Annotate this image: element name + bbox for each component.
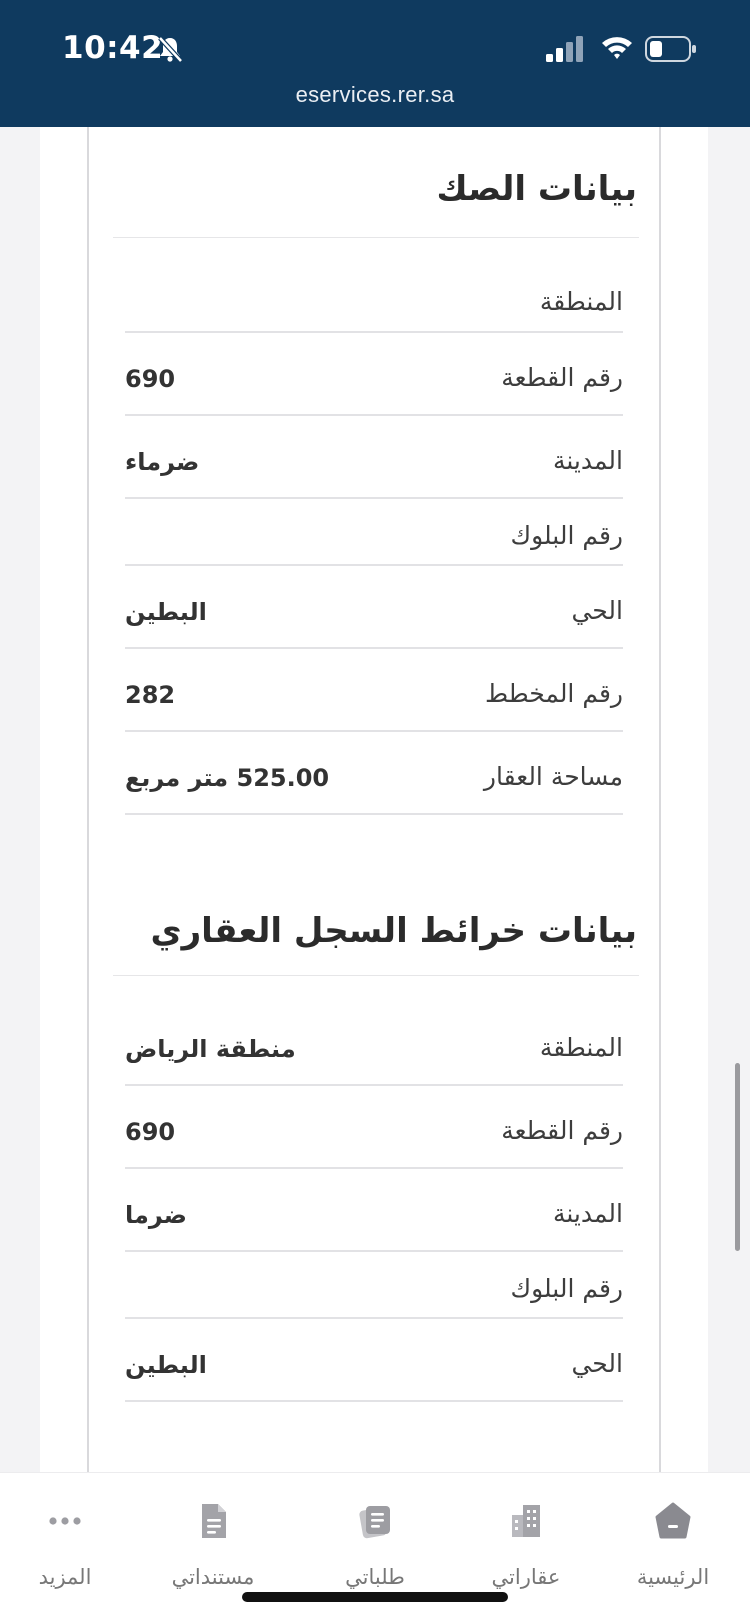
row-label: الحي xyxy=(571,1349,623,1378)
row-label: الحي xyxy=(571,596,623,625)
deed-row-property-area: مساحة العقار 525.00 متر مربع xyxy=(125,732,623,815)
maps-section-title: بيانات خرائط السجل العقاري xyxy=(150,911,637,951)
nav-label: الرئيسية xyxy=(636,1565,710,1589)
maps-row-block-number: رقم البلوك xyxy=(125,1252,623,1319)
deed-row-district: الحي البطين xyxy=(125,566,623,649)
nav-my-properties[interactable]: عقاراتي xyxy=(461,1473,591,1593)
row-value: منطقة الرياض xyxy=(125,1035,296,1063)
deed-section-title: بيانات الصك xyxy=(436,169,637,209)
row-value: ضرما xyxy=(125,1201,187,1229)
status-time: 10:42 xyxy=(62,30,164,66)
section-divider xyxy=(113,237,639,238)
row-value: ضرماء xyxy=(125,448,200,476)
row-label: المنطقة xyxy=(539,287,623,316)
maps-row-region: المنطقة منطقة الرياض xyxy=(125,1003,623,1086)
row-label: رقم القطعة xyxy=(501,363,623,392)
row-label: المدينة xyxy=(552,1199,623,1228)
nav-my-documents[interactable]: مستنداتي xyxy=(148,1473,278,1593)
deed-row-city: المدينة ضرماء xyxy=(125,416,623,499)
row-label: مساحة العقار xyxy=(483,762,623,791)
deed-row-region: المنطقة xyxy=(125,267,623,333)
more-icon xyxy=(49,1517,81,1525)
document-icon xyxy=(202,1504,226,1538)
nav-label: المزيد xyxy=(38,1565,92,1589)
section-divider xyxy=(113,975,639,976)
maps-row-plot-number: رقم القطعة 690 xyxy=(125,1086,623,1169)
row-label: رقم البلوك xyxy=(510,521,623,550)
battery-icon xyxy=(645,36,696,62)
nav-more[interactable]: المزيد xyxy=(0,1473,130,1593)
cellular-signal-icon xyxy=(546,36,583,62)
deed-row-plot-number: رقم القطعة 690 xyxy=(125,333,623,416)
row-label: رقم المخطط xyxy=(484,679,623,708)
deed-row-plan-number: رقم المخطط 282 xyxy=(125,649,623,732)
details-card: بيانات الصك المنطقة رقم القطعة 690 المدي… xyxy=(87,127,661,1472)
row-value: 690 xyxy=(125,1118,176,1146)
home-indicator[interactable] xyxy=(242,1592,508,1602)
deed-row-block-number: رقم البلوك xyxy=(125,499,623,566)
page-content: بيانات الصك المنطقة رقم القطعة 690 المدي… xyxy=(40,127,708,1472)
row-label: رقم القطعة xyxy=(501,1116,623,1145)
nav-label: طلباتي xyxy=(345,1565,405,1589)
row-value: 690 xyxy=(125,365,176,393)
buildings-icon xyxy=(512,1505,540,1537)
row-label: رقم البلوك xyxy=(510,1274,623,1303)
row-label: المدينة xyxy=(552,446,623,475)
wifi-icon xyxy=(602,37,632,59)
maps-row-district: الحي البطين xyxy=(125,1319,623,1402)
address-bar-url[interactable]: eservices.rer.sa xyxy=(0,82,750,108)
row-value: البطين xyxy=(125,598,207,626)
nav-my-requests[interactable]: طلباتي xyxy=(310,1473,440,1593)
nav-home[interactable]: الرئيسية xyxy=(608,1473,738,1593)
row-value: 525.00 متر مربع xyxy=(125,764,330,792)
home-icon xyxy=(655,1502,691,1539)
maps-row-city: المدينة ضرما xyxy=(125,1169,623,1252)
requests-icon xyxy=(359,1506,390,1539)
row-value: البطين xyxy=(125,1351,207,1379)
bell-slash-icon xyxy=(158,36,183,63)
status-bar: 10:42 eservices.rer.sa xyxy=(0,0,750,127)
nav-label: مستنداتي xyxy=(171,1565,255,1589)
row-label: المنطقة xyxy=(539,1033,623,1062)
row-value: 282 xyxy=(125,681,176,709)
nav-label: عقاراتي xyxy=(491,1565,561,1589)
page-scrollbar[interactable] xyxy=(735,1063,740,1251)
